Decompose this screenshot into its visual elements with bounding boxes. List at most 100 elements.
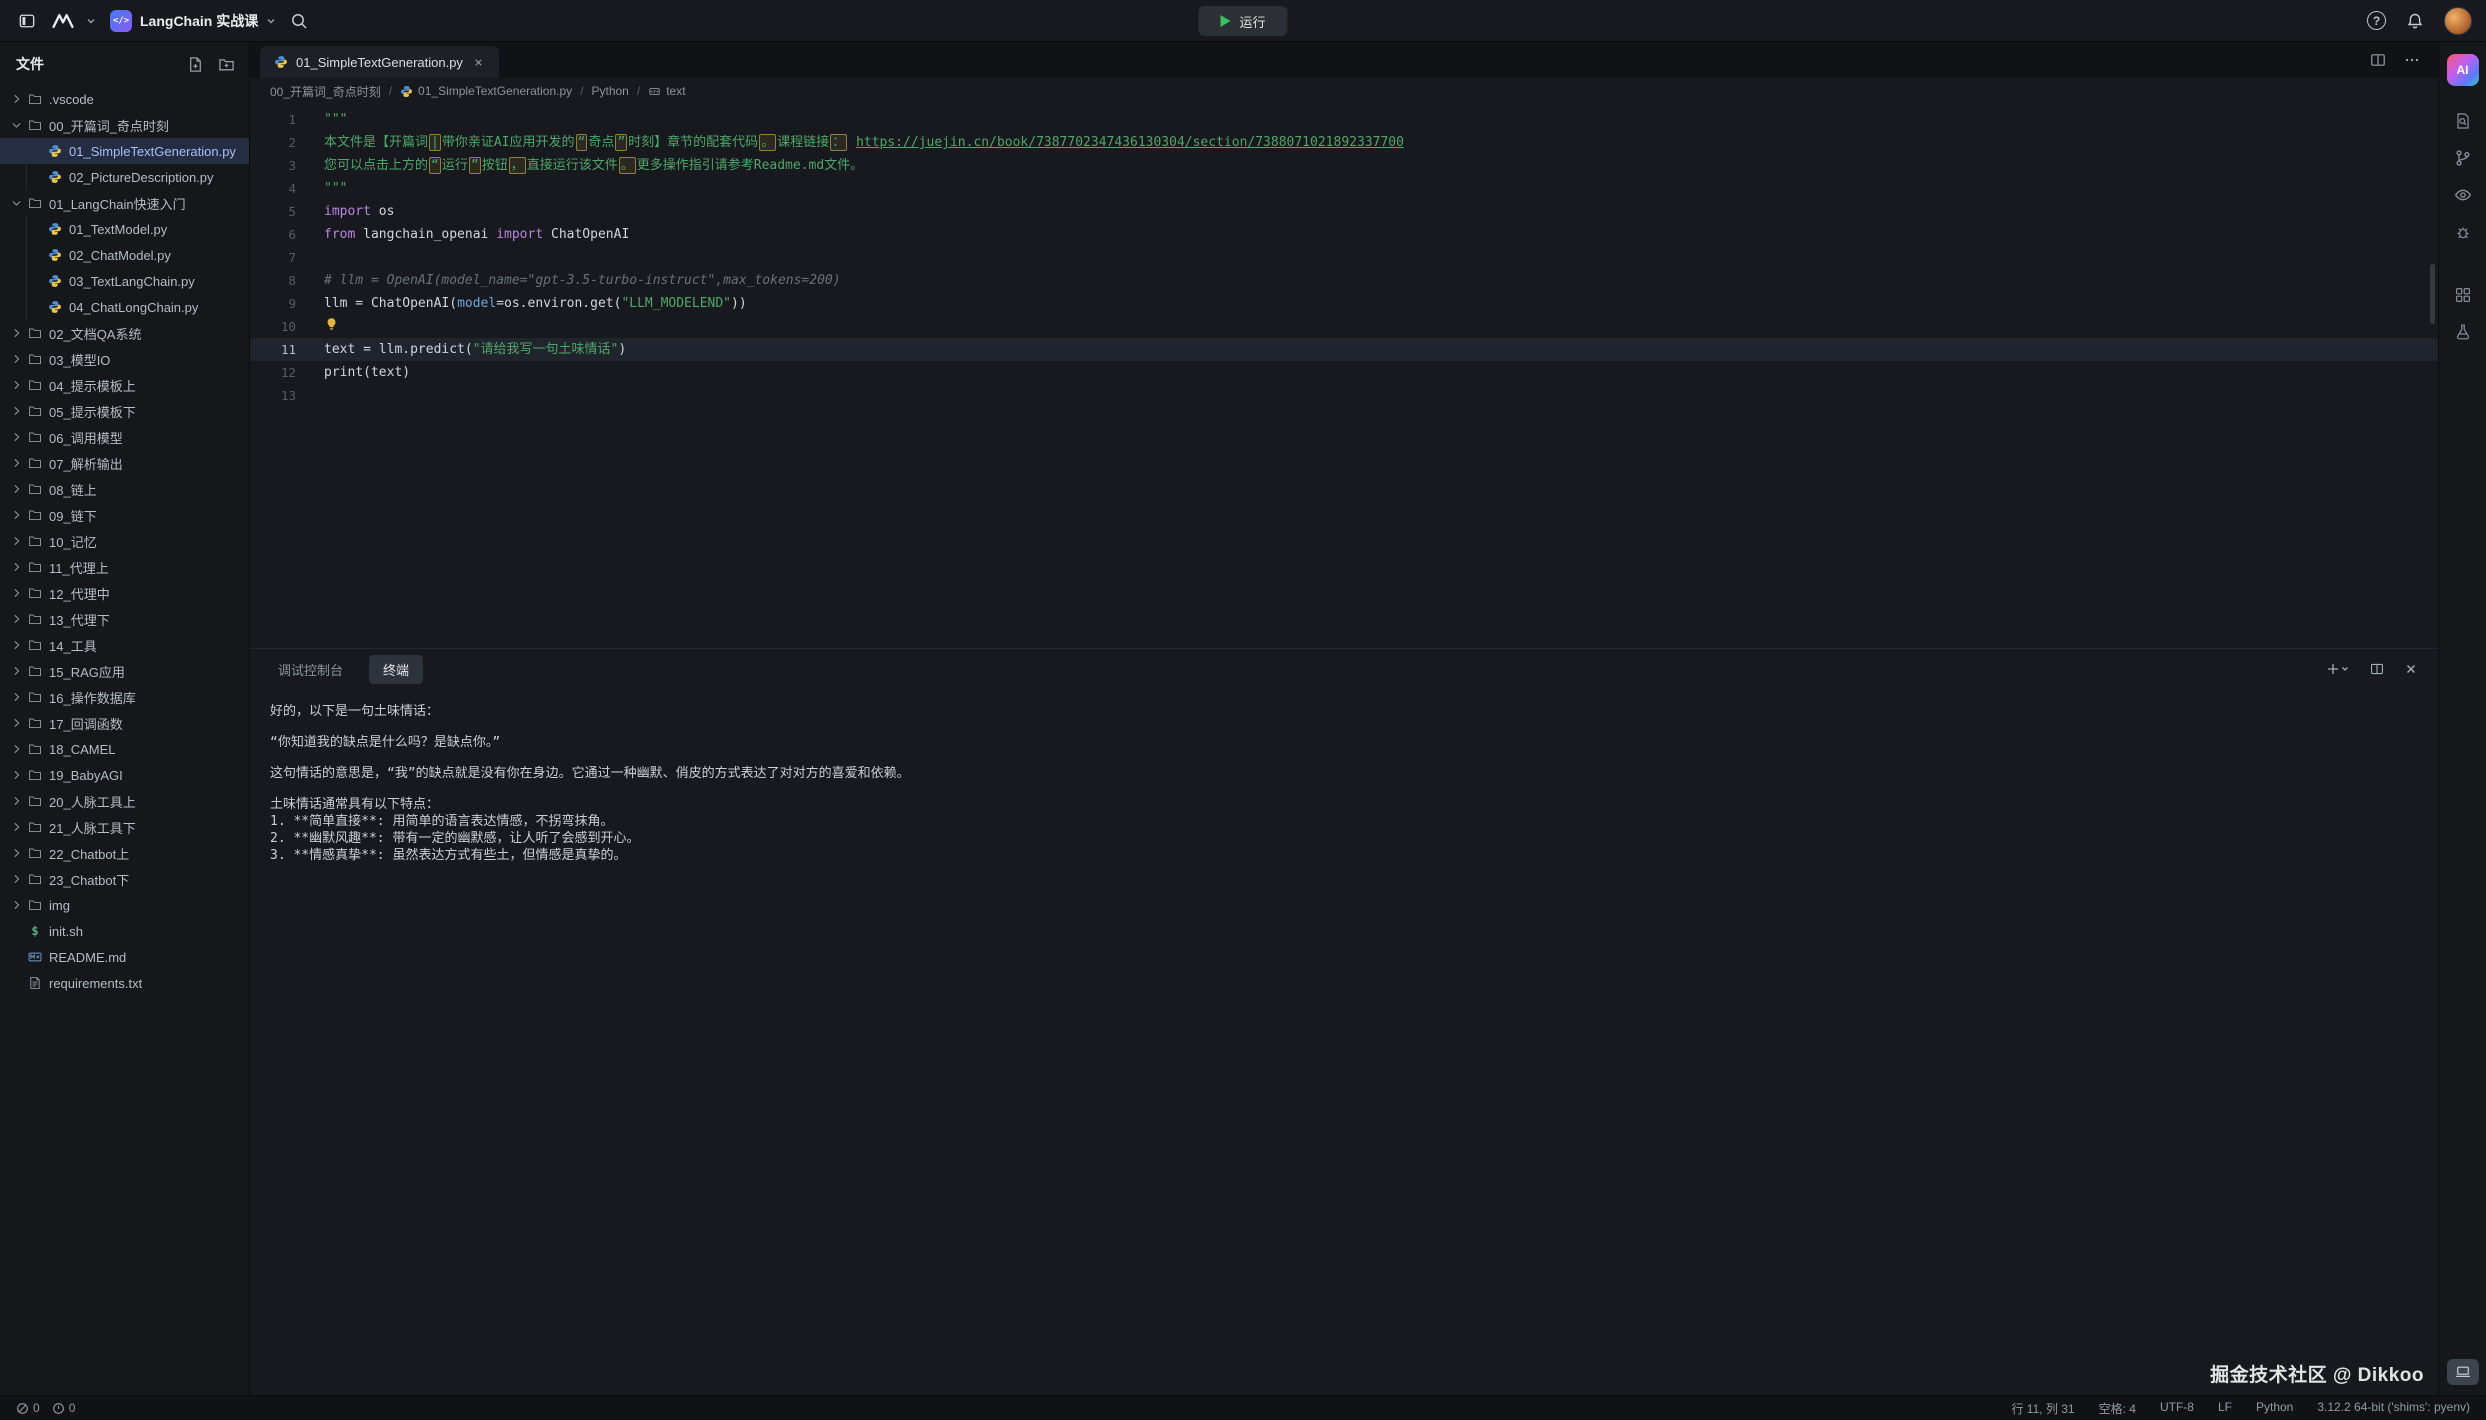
status-item[interactable]: UTF-8 <box>2160 1400 2194 1417</box>
code-line-11[interactable]: 11text = llm.predict("请给我写一句土味情话") <box>250 338 2438 361</box>
panel-tab-终端[interactable]: 终端 <box>369 655 423 684</box>
status-item[interactable]: Python <box>2256 1400 2293 1417</box>
tree-folder-02_文档QA系统[interactable]: 02_文档QA系统 <box>0 320 249 346</box>
code-line-12[interactable]: 12print(text) <box>250 361 2438 384</box>
ai-assistant-button[interactable]: AI <box>2447 54 2479 86</box>
tree-folder-16_操作数据库[interactable]: 16_操作数据库 <box>0 684 249 710</box>
remote-device-icon[interactable] <box>2447 1359 2479 1385</box>
project-switcher[interactable]: </> LangChain 实战课 <box>110 10 276 32</box>
tree-file-03_TextLangChain.py[interactable]: 03_TextLangChain.py <box>0 268 249 294</box>
tree-folder-04_提示模板上[interactable]: 04_提示模板上 <box>0 372 249 398</box>
tree-folder-13_代理下[interactable]: 13_代理下 <box>0 606 249 632</box>
tree-folder-00_开篇词_奇点时刻[interactable]: 00_开篇词_奇点时刻 <box>0 112 249 138</box>
tree-file-01_TextModel.py[interactable]: 01_TextModel.py <box>0 216 249 242</box>
tree-folder-14_工具[interactable]: 14_工具 <box>0 632 249 658</box>
tree-folder-img[interactable]: img <box>0 892 249 918</box>
debug-icon[interactable] <box>2454 223 2472 241</box>
editor-scrollbar[interactable] <box>2430 264 2435 324</box>
tree-item-label: 16_操作数据库 <box>49 688 136 707</box>
play-icon <box>1220 15 1230 27</box>
tree-folder-15_RAG应用[interactable]: 15_RAG应用 <box>0 658 249 684</box>
source-control-icon[interactable] <box>2454 149 2472 167</box>
panel-tab-调试控制台[interactable]: 调试控制台 <box>270 655 351 684</box>
close-panel-icon[interactable] <box>2404 662 2418 676</box>
terminal-output[interactable]: 好的，以下是一句土味情话：“你知道我的缺点是什么吗？是缺点你。”这句情话的意思是… <box>250 689 2438 1395</box>
tree-folder-22_Chatbot上[interactable]: 22_Chatbot上 <box>0 840 249 866</box>
tree-folder-08_链上[interactable]: 08_链上 <box>0 476 249 502</box>
new-folder-icon[interactable] <box>218 56 235 73</box>
tree-folder-17_回调函数[interactable]: 17_回调函数 <box>0 710 249 736</box>
code-line-8[interactable]: 8# llm = OpenAI(model_name="gpt-3.5-turb… <box>250 269 2438 292</box>
help-icon[interactable]: ? <box>2367 11 2386 30</box>
code-line-4[interactable]: 4""" <box>250 177 2438 200</box>
problems-warnings[interactable]: 0 <box>52 1401 76 1415</box>
new-file-icon[interactable] <box>187 56 204 73</box>
tree-folder-21_人脉工具下[interactable]: 21_人脉工具下 <box>0 814 249 840</box>
code-line-5[interactable]: 5import os <box>250 200 2438 223</box>
new-terminal-icon[interactable] <box>2326 662 2350 676</box>
doc-search-icon[interactable] <box>2454 112 2472 130</box>
tree-file-requirements.txt[interactable]: requirements.txt <box>0 970 249 996</box>
code-line-6[interactable]: 6from langchain_openai import ChatOpenAI <box>250 223 2438 246</box>
tree-folder-07_解析输出[interactable]: 07_解析输出 <box>0 450 249 476</box>
lightbulb-icon[interactable] <box>324 317 339 332</box>
tree-folder-06_调用模型[interactable]: 06_调用模型 <box>0 424 249 450</box>
tree-folder-05_提示模板下[interactable]: 05_提示模板下 <box>0 398 249 424</box>
tree-file-02_PictureDescription.py[interactable]: 02_PictureDescription.py <box>0 164 249 190</box>
split-terminal-icon[interactable] <box>2370 662 2384 676</box>
breadcrumb-item[interactable]: text <box>648 84 685 98</box>
tree-item-label: 20_人脉工具上 <box>49 792 136 811</box>
tree-folder-18_CAMEL[interactable]: 18_CAMEL <box>0 736 249 762</box>
status-item[interactable]: 3.12.2 64-bit ('shims': pyenv) <box>2317 1400 2470 1417</box>
tree-file-init.sh[interactable]: $init.sh <box>0 918 249 944</box>
tree-folder-12_代理中[interactable]: 12_代理中 <box>0 580 249 606</box>
tree-file-01_SimpleTextGeneration.py[interactable]: 01_SimpleTextGeneration.py <box>0 138 249 164</box>
tree-folder-11_代理上[interactable]: 11_代理上 <box>0 554 249 580</box>
more-actions-icon[interactable] <box>2404 52 2420 68</box>
tree-folder-03_模型IO[interactable]: 03_模型IO <box>0 346 249 372</box>
app-logo[interactable] <box>50 8 76 34</box>
split-editor-icon[interactable] <box>2370 52 2386 68</box>
tree-folder-.vscode[interactable]: .vscode <box>0 86 249 112</box>
run-button[interactable]: 运行 <box>1198 6 1287 36</box>
code-line-9[interactable]: 9llm = ChatOpenAI(model=os.environ.get("… <box>250 292 2438 315</box>
close-icon[interactable] <box>471 54 487 70</box>
code-line-3[interactable]: 3您可以点击上方的“运行”按钮，直接运行该文件。更多操作指引请参考Readme.… <box>250 154 2438 177</box>
avatar[interactable] <box>2444 7 2472 35</box>
code-line-13[interactable]: 13 <box>250 384 2438 407</box>
tree-folder-10_记忆[interactable]: 10_记忆 <box>0 528 249 554</box>
code-text <box>296 315 339 338</box>
editor[interactable]: 1"""2本文件是【开篇词|带你亲证AI应用开发的“奇点”时刻】章节的配套代码。… <box>250 104 2438 648</box>
tree-folder-01_LangChain快速入门[interactable]: 01_LangChain快速入门 <box>0 190 249 216</box>
preview-icon[interactable] <box>2454 186 2472 204</box>
problems-errors[interactable]: 0 <box>16 1401 40 1415</box>
tree-folder-09_链下[interactable]: 09_链下 <box>0 502 249 528</box>
extensions-icon[interactable] <box>2454 286 2472 304</box>
code-line-10[interactable]: 10 <box>250 315 2438 338</box>
tree-folder-20_人脉工具上[interactable]: 20_人脉工具上 <box>0 788 249 814</box>
tree-file-README.md[interactable]: README.md <box>0 944 249 970</box>
search-icon[interactable] <box>286 8 312 34</box>
experiments-icon[interactable] <box>2454 323 2472 341</box>
status-item[interactable]: 空格: 4 <box>2099 1400 2136 1417</box>
editor-tab[interactable]: 01_SimpleTextGeneration.py <box>260 46 499 78</box>
breadcrumb-item[interactable]: Python <box>591 84 628 98</box>
tree-file-04_ChatLongChain.py[interactable]: 04_ChatLongChain.py <box>0 294 249 320</box>
code-line-1[interactable]: 1""" <box>250 108 2438 131</box>
bell-icon[interactable] <box>2402 8 2428 34</box>
code-line-7[interactable]: 7 <box>250 246 2438 269</box>
breadcrumb-separator: / <box>637 84 640 98</box>
chevron-down-icon[interactable] <box>86 16 96 26</box>
tree-folder-19_BabyAGI[interactable]: 19_BabyAGI <box>0 762 249 788</box>
status-item[interactable]: 行 11, 列 31 <box>2011 1400 2074 1417</box>
chevron-down-icon <box>10 195 23 211</box>
breadcrumb-item[interactable]: 00_开篇词_奇点时刻 <box>270 83 381 100</box>
sidebar-toggle-icon[interactable] <box>14 8 40 34</box>
breadcrumb-item[interactable]: 01_SimpleTextGeneration.py <box>400 84 572 98</box>
tree-folder-23_Chatbot下[interactable]: 23_Chatbot下 <box>0 866 249 892</box>
chevron-right-icon <box>10 689 23 705</box>
tree-file-02_ChatModel.py[interactable]: 02_ChatModel.py <box>0 242 249 268</box>
code-line-2[interactable]: 2本文件是【开篇词|带你亲证AI应用开发的“奇点”时刻】章节的配套代码。课程链接… <box>250 131 2438 154</box>
status-item[interactable]: LF <box>2218 1400 2232 1417</box>
chevron-right-icon <box>10 507 23 523</box>
